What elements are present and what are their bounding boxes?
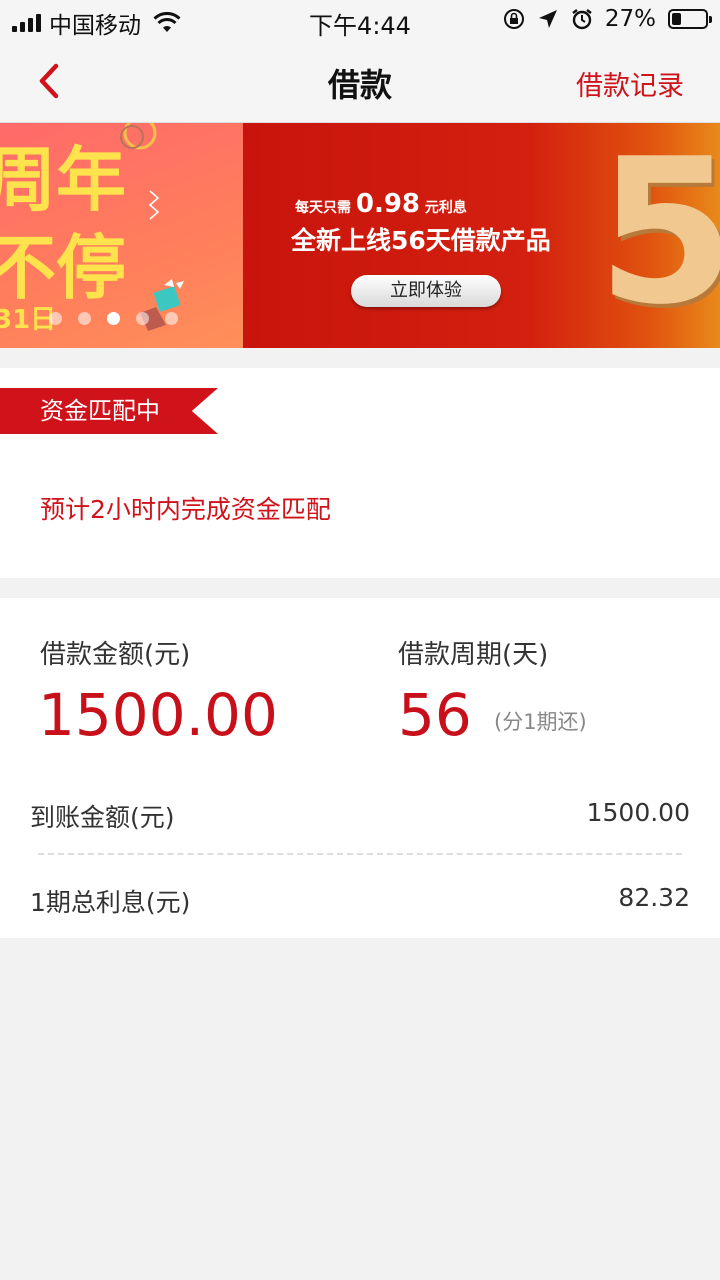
status-badge: 资金匹配中 xyxy=(0,388,218,434)
carousel-dot[interactable] xyxy=(107,312,120,325)
total-interest-label: 1期总利息(元) xyxy=(30,888,191,917)
status-bar: 中国移动 下午4:44 27% xyxy=(0,0,720,40)
loan-amount-value: 1500.00 xyxy=(38,681,278,749)
prev-slide-line2: 不停 xyxy=(0,227,126,309)
loan-details-card: 借款金额(元) 1500.00 借款周期(天) 56 (分1期还) 到账金额(元… xyxy=(0,598,720,938)
carousel-dot[interactable] xyxy=(49,312,62,325)
nav-bar: 借款 借款记录 xyxy=(0,40,720,123)
total-interest-value: 82.32 xyxy=(618,883,690,912)
battery-fill xyxy=(672,13,681,25)
loan-period-value: 56 xyxy=(398,681,472,749)
rotation-lock-icon xyxy=(503,9,524,29)
matching-status-card: 资金匹配中 预计2小时内完成资金匹配 xyxy=(0,368,720,578)
loan-records-link[interactable]: 借款记录 xyxy=(576,64,684,103)
battery-icon xyxy=(668,9,712,29)
received-amount-value: 1500.00 xyxy=(586,798,690,827)
carousel-dot[interactable] xyxy=(165,312,178,325)
received-amount-label: 到账金额(元) xyxy=(30,803,175,832)
zigzag-decoration-icon xyxy=(148,190,160,220)
location-icon xyxy=(538,10,557,28)
try-now-button[interactable]: 立即体验 xyxy=(351,275,501,307)
banner-rate-prefix: 每天只需 xyxy=(295,200,351,216)
status-message: 预计2小时内完成资金匹配 xyxy=(40,495,331,524)
prev-slide-date: 31日 xyxy=(0,305,57,335)
loan-period-label: 借款周期(天) xyxy=(398,640,549,670)
alarm-icon xyxy=(572,9,592,30)
banner-rate-line: 每天只需 0.98 元利息 xyxy=(295,189,467,219)
loan-period-note: (分1期还) xyxy=(494,710,587,734)
battery-percent: 27% xyxy=(604,6,656,32)
status-right: 27% xyxy=(503,6,712,32)
loan-amount-label: 借款金额(元) xyxy=(40,640,191,670)
banner-rate-number: 0.98 xyxy=(355,189,421,219)
carousel-dot[interactable] xyxy=(78,312,91,325)
banner-slide-current[interactable]: 每天只需 0.98 元利息 全新上线56天借款产品 立即体验 5 xyxy=(243,123,720,348)
prev-slide-line1: 周年 xyxy=(0,139,126,221)
banner-headline: 全新上线56天借款产品 xyxy=(291,226,551,255)
row-divider xyxy=(38,853,682,855)
carousel-dot[interactable] xyxy=(136,312,149,325)
banner-big-digit: 5 xyxy=(596,123,720,348)
banner-rate-suffix: 元利息 xyxy=(424,200,467,216)
promo-banner[interactable]: 周年 不停 31日 每天只需 0.98 元利息 全新上线56天借款产品 立即体验… xyxy=(0,123,720,348)
carousel-dots xyxy=(49,312,178,325)
